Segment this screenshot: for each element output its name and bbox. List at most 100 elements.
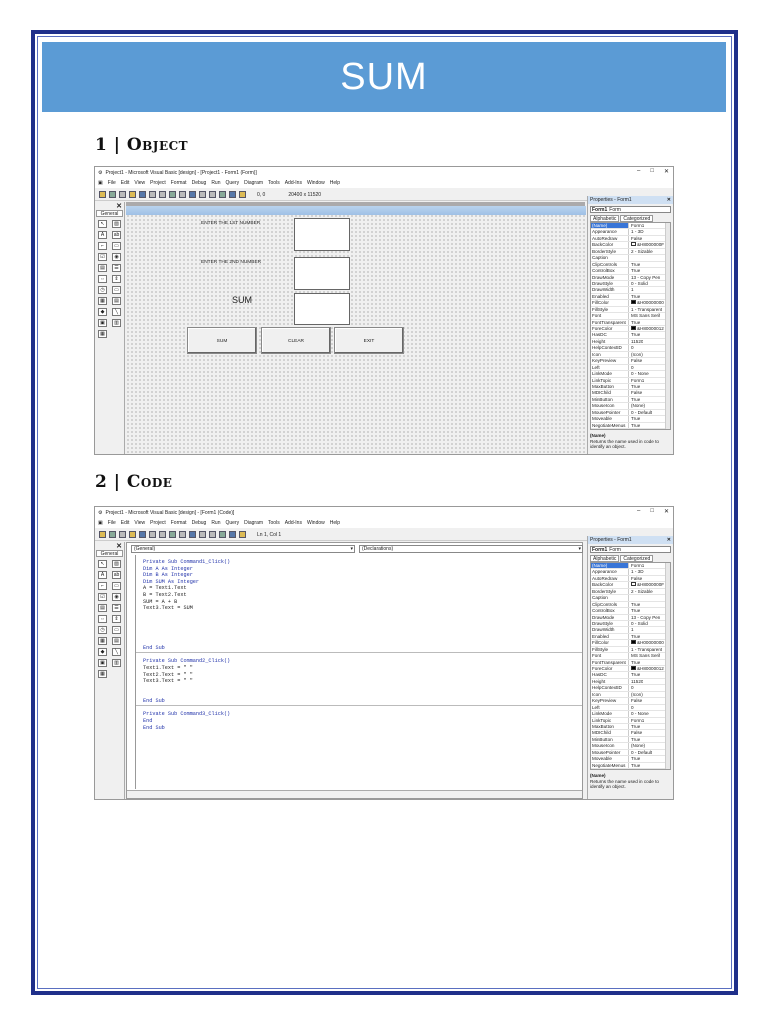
property-value[interactable]: False [629, 390, 642, 395]
hscroll-tool-icon[interactable]: ⇔ [98, 615, 107, 623]
property-value[interactable]: 1 [629, 287, 634, 292]
property-value[interactable]: True [629, 602, 640, 607]
toolbox-tab-general[interactable]: General [96, 550, 123, 557]
open-icon[interactable] [129, 531, 136, 538]
add-form-icon[interactable] [109, 191, 116, 198]
menu-item-file[interactable]: File [108, 520, 116, 526]
line-tool-icon[interactable]: ╲ [112, 308, 121, 316]
clear-button[interactable]: CLEAR [261, 327, 331, 354]
property-value[interactable]: Form1 [629, 718, 644, 723]
save-icon[interactable] [139, 531, 146, 538]
paste-icon[interactable] [169, 531, 176, 538]
property-value[interactable]: True [629, 320, 640, 325]
property-value[interactable]: True [629, 763, 640, 768]
property-value[interactable]: True [629, 294, 640, 299]
property-value[interactable]: True [629, 737, 640, 742]
menu-item-debug[interactable]: Debug [192, 520, 207, 526]
menu-item-edit[interactable]: Edit [121, 180, 130, 186]
property-value[interactable]: &H8000000F [629, 242, 664, 247]
menu-item-add-ins[interactable]: Add-Ins [285, 180, 302, 186]
menu-item-run[interactable]: Run [211, 520, 220, 526]
shape-tool-icon[interactable]: ◆ [98, 308, 107, 316]
minimize-button[interactable]: – [637, 168, 640, 175]
property-value[interactable]: 0 - None [629, 371, 649, 376]
property-value[interactable]: 1 - 3D [629, 569, 644, 574]
property-value[interactable]: 1 - Transparent [629, 307, 662, 312]
textbox-tool-icon[interactable]: ab [112, 231, 121, 239]
property-value[interactable]: True [629, 397, 640, 402]
menu-item-run[interactable]: Run [211, 180, 220, 186]
menu-item-project[interactable]: Project [150, 520, 166, 526]
menu-item-file[interactable]: File [108, 180, 116, 186]
text2-input[interactable] [294, 257, 350, 290]
run-icon[interactable] [189, 191, 196, 198]
maximize-button[interactable]: □ [650, 168, 654, 175]
stop-icon[interactable] [209, 531, 216, 538]
menu-item-format[interactable]: Format [171, 520, 187, 526]
property-value[interactable]: 13 - Copy Pen [629, 615, 660, 620]
menu-item-window[interactable]: Window [307, 180, 325, 186]
menu-item-tools[interactable]: Tools [268, 180, 280, 186]
stop-icon[interactable] [209, 191, 216, 198]
toolbox-icon[interactable] [239, 531, 246, 538]
command-button-tool-icon[interactable]: ▭ [112, 582, 121, 590]
property-value[interactable]: True [629, 724, 640, 729]
option-button-tool-icon[interactable]: ◉ [112, 593, 121, 601]
image-tool-icon[interactable]: ▣ [98, 659, 107, 667]
menu-item-add-ins[interactable]: Add-Ins [285, 520, 302, 526]
save-icon[interactable] [139, 191, 146, 198]
tab-alphabetic[interactable]: Alphabetic [590, 555, 620, 562]
property-value[interactable]: True [629, 660, 640, 665]
sum-button[interactable]: SUM [187, 327, 257, 354]
shape-tool-icon[interactable]: ◆ [98, 648, 107, 656]
text3-input[interactable] [294, 293, 350, 325]
property-value[interactable]: 0 - Solid [629, 281, 648, 286]
picture-box-icon[interactable]: ▨ [112, 560, 121, 568]
property-value[interactable]: 0 - None [629, 711, 649, 716]
property-value[interactable]: 0 [629, 365, 634, 370]
property-value[interactable]: 0 - Default [629, 410, 652, 415]
property-value[interactable]: True [629, 608, 640, 613]
drive-list-tool-icon[interactable]: ▭ [112, 286, 121, 294]
property-value[interactable]: False [629, 576, 642, 581]
toolbox-close-button[interactable]: ✕ [116, 542, 122, 550]
ole-tool-icon[interactable]: ▦ [98, 330, 107, 338]
property-value[interactable]: MS Sans Serif [629, 313, 660, 318]
object-selector[interactable]: Form1 Form [590, 546, 671, 553]
property-value[interactable]: 0 - Default [629, 750, 652, 755]
project-explorer-icon[interactable] [219, 531, 226, 538]
vscroll-tool-icon[interactable]: ⇕ [112, 615, 121, 623]
find-icon[interactable] [179, 191, 186, 198]
picture-box-icon[interactable]: ▨ [112, 220, 121, 228]
property-value[interactable]: 13 - Copy Pen [629, 275, 660, 280]
property-value[interactable]: True [629, 423, 640, 428]
checkbox-tool-icon[interactable]: ☑ [98, 253, 107, 261]
tab-alphabetic[interactable]: Alphabetic [590, 215, 620, 222]
cut-icon[interactable] [149, 531, 156, 538]
toolbox-tab-general[interactable]: General [96, 210, 123, 217]
property-value[interactable]: &H80000012 [629, 326, 664, 331]
minimize-button[interactable]: – [637, 508, 640, 515]
data-tool-icon[interactable]: ▥ [112, 319, 121, 327]
add-project-icon[interactable] [99, 191, 106, 198]
pause-icon[interactable] [199, 191, 206, 198]
add-form-icon[interactable] [109, 531, 116, 538]
property-value[interactable]: True [629, 384, 640, 389]
menu-item-view[interactable]: View [134, 180, 145, 186]
property-value[interactable]: &H00000000 [629, 300, 664, 305]
menu-item-diagram[interactable]: Diagram [244, 180, 263, 186]
property-value[interactable]: False [629, 698, 642, 703]
cut-icon[interactable] [149, 191, 156, 198]
property-value[interactable]: True [629, 756, 640, 761]
close-icon[interactable]: ✕ [667, 536, 671, 544]
property-value[interactable] [629, 595, 631, 600]
property-value[interactable]: Form1 [629, 563, 644, 568]
property-value[interactable]: True [629, 268, 640, 273]
property-value[interactable]: 0 [629, 345, 634, 350]
properties-icon[interactable] [229, 531, 236, 538]
ole-tool-icon[interactable]: ▦ [98, 670, 107, 678]
option-button-tool-icon[interactable]: ◉ [112, 253, 121, 261]
property-value[interactable]: 2 - Sizable [629, 249, 653, 254]
menu-item-help[interactable]: Help [330, 180, 340, 186]
textbox-tool-icon[interactable]: ab [112, 571, 121, 579]
